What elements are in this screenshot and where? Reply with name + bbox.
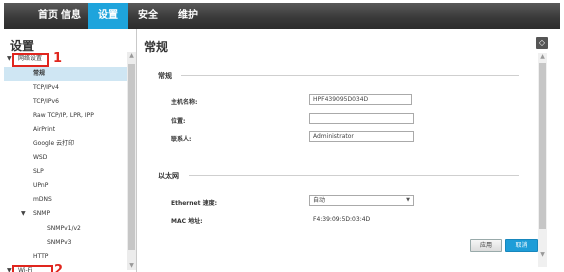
contact-field[interactable]: Administrator — [309, 131, 414, 142]
annotation-number: 1 — [53, 51, 63, 66]
expand-down-icon[interactable]: ▼ — [21, 207, 26, 221]
sidebar-item-label: AirPrint — [33, 126, 56, 133]
tab-settings[interactable]: 设置 — [88, 3, 128, 29]
section-divider — [189, 175, 519, 176]
ethernet-speed-label: Ethernet 速度: — [171, 200, 217, 207]
ethernet-speed-select[interactable]: 自动 ▼ — [309, 195, 414, 206]
scrollbar-thumb[interactable] — [128, 64, 135, 250]
sidebar-item-general[interactable]: 常规 — [4, 67, 127, 81]
scroll-down-icon[interactable]: ▼ — [538, 251, 547, 258]
contact-label: 联系人: — [171, 136, 192, 143]
hostname-label: 主机名称: — [171, 99, 198, 106]
tab-security[interactable]: 安全 — [136, 3, 160, 29]
sidebar-item-label: TCP/IPv4 — [33, 84, 59, 91]
scrollbar-thumb[interactable] — [539, 63, 546, 229]
sidebar-item-label: UPnP — [33, 182, 49, 189]
sidebar-item-label: 常规 — [33, 70, 46, 77]
sidebar-item-slp[interactable]: SLP — [4, 165, 127, 179]
sidebar-item-label: HTTP — [33, 253, 49, 260]
expand-down-icon[interactable]: ▼ — [7, 264, 12, 272]
scroll-down-icon[interactable]: ▼ — [127, 262, 136, 269]
sidebar-item-mdns[interactable]: mDNS — [4, 193, 127, 207]
sidebar-item-upnp[interactable]: UPnP — [4, 179, 127, 193]
annotation-number: 2 — [54, 263, 64, 272]
sidebar-item-label: Google 云打印 — [33, 140, 75, 147]
mac-address-value: F4:39:09:5D:03:4D — [313, 216, 371, 223]
main-scrollbar[interactable]: ▲ ▼ — [538, 53, 547, 267]
cancel-button[interactable]: 取消 — [505, 239, 538, 252]
mac-address-label: MAC 地址: — [171, 218, 203, 225]
collapse-icon[interactable]: ◇ — [536, 37, 548, 49]
section-title-ethernet: 以太网 — [158, 172, 179, 180]
sidebar-item-label: mDNS — [33, 196, 52, 203]
hostname-field[interactable]: HPF439095D034D — [309, 94, 412, 105]
sidebar-item-tcpipv6[interactable]: TCP/IPv6 — [4, 95, 127, 109]
tab-info[interactable]: 信息 — [52, 3, 90, 29]
location-field[interactable] — [309, 113, 414, 124]
settings-sidebar: 设置 ▼ 网络设置 常规 TCP/IPv4 TCP/IPv6 Raw TCP/I… — [4, 29, 137, 272]
scroll-up-icon[interactable]: ▲ — [127, 52, 136, 59]
sidebar-item-raw-tcpip[interactable]: Raw TCP/IP, LPR, IPP — [4, 109, 127, 123]
sidebar-item-label: SNMPv3 — [47, 239, 72, 246]
top-navigation: 首页 信息 设置 安全 维护 — [0, 0, 564, 29]
sidebar-item-snmpv1v2[interactable]: SNMPv1/v2 — [4, 222, 127, 236]
sidebar-item-label: SLP — [33, 168, 44, 175]
main-content: 常规 ◇ 常规 主机名称: HPF439095D034D 位置: 联系人: Ad… — [137, 29, 560, 272]
scroll-up-icon[interactable]: ▲ — [538, 53, 547, 60]
chevron-down-icon: ▼ — [406, 197, 410, 203]
section-title-general: 常规 — [158, 72, 172, 80]
sidebar-item-snmpv3[interactable]: SNMPv3 — [4, 236, 127, 250]
sidebar-item-label: Raw TCP/IP, LPR, IPP — [33, 112, 94, 119]
sidebar-item-label: WSD — [33, 154, 48, 161]
annotation-highlight-box — [12, 265, 53, 272]
sidebar-item-label: TCP/IPv6 — [33, 98, 59, 105]
sidebar-scrollbar[interactable]: ▲ ▼ — [127, 52, 136, 270]
ethernet-speed-value: 自动 — [313, 197, 326, 204]
sidebar-item-snmp[interactable]: ▼ SNMP — [4, 207, 127, 221]
sidebar-item-airprint[interactable]: AirPrint — [4, 123, 127, 137]
tab-maintenance[interactable]: 维护 — [172, 3, 204, 29]
expand-down-icon[interactable]: ▼ — [7, 52, 12, 66]
section-divider — [181, 75, 519, 76]
annotation-highlight-box — [12, 53, 49, 67]
sidebar-item-label: SNMPv1/v2 — [47, 225, 81, 232]
apply-button[interactable]: 应用 — [470, 239, 502, 252]
sidebar-item-label: SNMP — [33, 210, 51, 217]
sidebar-item-http[interactable]: HTTP — [4, 250, 127, 264]
sidebar-item-tcpipv4[interactable]: TCP/IPv4 — [4, 81, 127, 95]
page-title: 常规 — [144, 40, 169, 54]
sidebar-item-google-cloud-print[interactable]: Google 云打印 — [4, 137, 127, 151]
sidebar-item-wsd[interactable]: WSD — [4, 151, 127, 165]
location-label: 位置: — [171, 118, 186, 125]
